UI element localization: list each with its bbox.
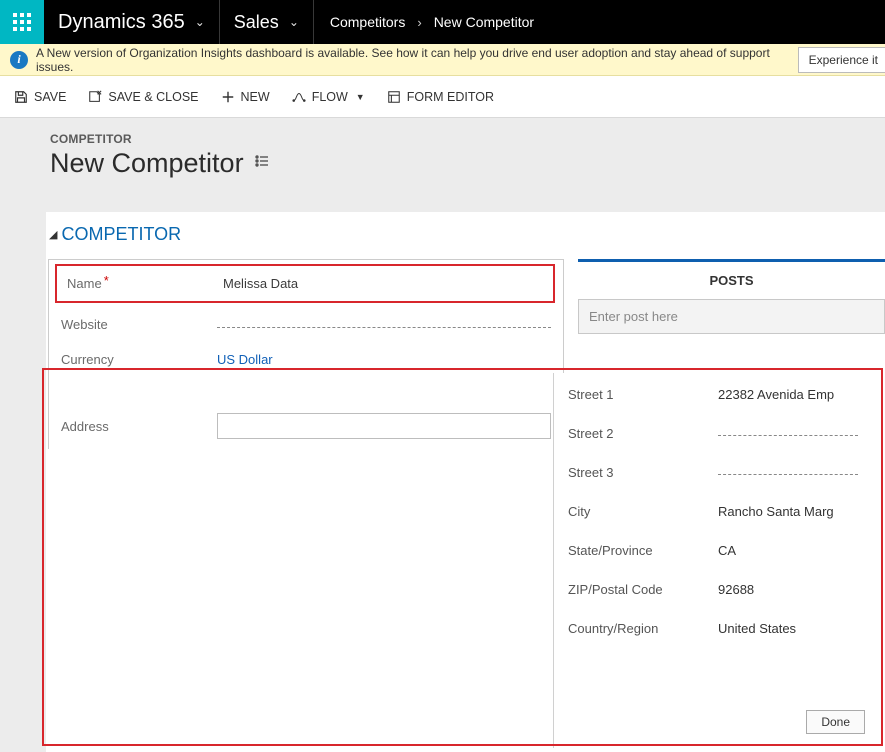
posts-tab-label: POSTS	[709, 273, 753, 288]
app-launcher-button[interactable]	[0, 0, 44, 44]
save-button[interactable]: SAVE	[14, 90, 66, 104]
chevron-right-icon: ›	[417, 15, 421, 30]
name-label: Name	[67, 276, 102, 291]
address-input[interactable]	[217, 413, 551, 439]
flyout-row-street2[interactable]: Street 2	[568, 426, 881, 441]
save-close-icon	[88, 90, 102, 104]
field-name[interactable]: Name* Melissa Data	[57, 266, 553, 301]
notification-bar: i A New version of Organization Insights…	[0, 44, 885, 76]
caret-down-icon: ▼	[356, 92, 365, 102]
waffle-icon	[13, 13, 31, 31]
country-label: Country/Region	[568, 621, 718, 636]
flyout-row-street3[interactable]: Street 3	[568, 465, 881, 480]
command-bar: SAVE SAVE & CLOSE NEW FLOW ▼ FORM EDITOR	[0, 76, 885, 118]
breadcrumb-parent[interactable]: Competitors	[330, 14, 405, 30]
info-icon: i	[10, 51, 28, 69]
tab-posts[interactable]: POSTS	[578, 259, 885, 299]
street3-label: Street 3	[568, 465, 718, 480]
name-field-highlight: Name* Melissa Data	[55, 264, 555, 303]
street1-value[interactable]: 22382 Avenida Emp	[718, 387, 881, 402]
experience-it-button[interactable]: Experience it	[798, 47, 885, 73]
save-and-close-button[interactable]: SAVE & CLOSE	[88, 90, 198, 104]
currency-value[interactable]: US Dollar	[217, 352, 551, 367]
website-value-empty[interactable]	[217, 327, 551, 328]
state-label: State/Province	[568, 543, 718, 558]
state-value[interactable]: CA	[718, 543, 881, 558]
country-value[interactable]: United States	[718, 621, 881, 636]
save-close-label: SAVE & CLOSE	[108, 90, 198, 104]
nav-area-label: Sales	[234, 12, 279, 33]
city-label: City	[568, 504, 718, 519]
collapse-icon: ◢	[49, 228, 57, 241]
breadcrumb: Competitors › New Competitor	[314, 0, 550, 44]
done-button[interactable]: Done	[806, 710, 865, 734]
new-button[interactable]: NEW	[221, 90, 270, 104]
page-title: New Competitor	[50, 148, 244, 179]
flyout-row-street1[interactable]: Street 1 22382 Avenida Emp	[568, 387, 881, 402]
currency-label: Currency	[61, 352, 217, 367]
form-editor-label: FORM EDITOR	[407, 90, 494, 104]
field-website[interactable]: Website	[49, 307, 563, 342]
street2-value-empty[interactable]	[718, 435, 858, 436]
nav-brand-label: Dynamics 365	[58, 11, 185, 34]
notification-text: A New version of Organization Insights d…	[36, 46, 798, 74]
new-label: NEW	[241, 90, 270, 104]
website-label: Website	[61, 317, 217, 332]
form-editor-button[interactable]: FORM EDITOR	[387, 90, 494, 104]
zip-value[interactable]: 92688	[718, 582, 881, 597]
required-marker: *	[104, 273, 109, 288]
flow-button[interactable]: FLOW ▼	[292, 90, 365, 104]
chevron-down-icon: ⌄	[195, 15, 205, 29]
field-currency[interactable]: Currency US Dollar	[49, 342, 563, 377]
save-label: SAVE	[34, 90, 66, 104]
section-title: COMPETITOR	[61, 224, 181, 245]
street1-label: Street 1	[568, 387, 718, 402]
post-placeholder: Enter post here	[589, 309, 678, 324]
flyout-row-zip[interactable]: ZIP/Postal Code 92688	[568, 582, 881, 597]
street3-value-empty[interactable]	[718, 474, 858, 475]
global-nav: Dynamics 365 ⌄ Sales ⌄ Competitors › New…	[0, 0, 885, 44]
flyout-row-city[interactable]: City Rancho Santa Marg	[568, 504, 881, 519]
field-address[interactable]: Address	[49, 403, 563, 449]
nav-area[interactable]: Sales ⌄	[220, 0, 314, 44]
chevron-down-icon: ⌄	[289, 15, 299, 29]
flyout-row-country[interactable]: Country/Region United States	[568, 621, 881, 636]
plus-icon	[221, 90, 235, 104]
view-selector-icon[interactable]	[254, 153, 270, 174]
entity-label: COMPETITOR	[50, 132, 885, 146]
flyout-row-state[interactable]: State/Province CA	[568, 543, 881, 558]
address-label: Address	[61, 419, 217, 434]
name-value[interactable]: Melissa Data	[223, 276, 543, 291]
nav-brand[interactable]: Dynamics 365 ⌄	[44, 0, 220, 44]
section-header-competitor[interactable]: ◢ COMPETITOR	[49, 224, 885, 245]
street2-label: Street 2	[568, 426, 718, 441]
main-fields-column: Name* Melissa Data Website Currency US D…	[48, 259, 564, 449]
flow-label: FLOW	[312, 90, 348, 104]
breadcrumb-current: New Competitor	[434, 14, 534, 30]
flow-icon	[292, 90, 306, 104]
form-editor-icon	[387, 90, 401, 104]
save-icon	[14, 90, 28, 104]
zip-label: ZIP/Postal Code	[568, 582, 718, 597]
post-input[interactable]: Enter post here	[578, 299, 885, 334]
address-flyout: Street 1 22382 Avenida Emp Street 2 Stre…	[553, 373, 885, 748]
city-value[interactable]: Rancho Santa Marg	[718, 504, 881, 519]
